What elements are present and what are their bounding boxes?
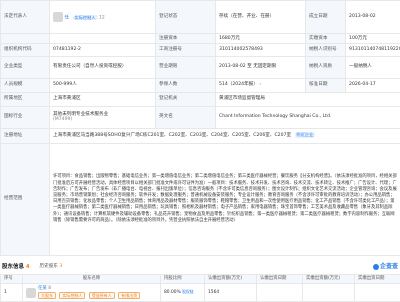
paid-capital-label: 实缴资本 xyxy=(306,34,346,44)
english-value: Chant Information Technology Shanghai Co… xyxy=(216,106,400,128)
status-value: 存续（在营、开业、在册） xyxy=(216,1,306,34)
english-label: 英文名 xyxy=(156,106,216,128)
status-label: 登记状态 xyxy=(156,1,216,34)
org-code-value: 07481192-2 xyxy=(50,43,156,56)
shareholders-section: 股东信息 4 历史股东 3 企查查 序号 股东名称 持股比例 认缴出资额(万元)… xyxy=(0,262,400,302)
term-value: 2013-08-02 至 无固定期限 xyxy=(216,56,306,78)
taxpayer-id-value: 91310114074811922G xyxy=(346,43,400,56)
tag-major-shareholder: 大股东 xyxy=(38,292,56,299)
company-type-label: 企业类型 xyxy=(1,56,50,78)
equity-chain-link[interactable]: 股权链 xyxy=(182,289,193,294)
legal-rep-name[interactable]: 任 xyxy=(64,16,69,21)
industry-value: 其他未列明专业技术服务业 (M7499) xyxy=(50,106,156,128)
shareholders-count: 4 xyxy=(26,264,29,270)
table-row[interactable]: 1 任某 8 大股东 实际控制人 受益所有人 xyxy=(1,284,400,302)
authority-label: 登记机关 xyxy=(156,92,216,106)
established-value: 2013-08-02 xyxy=(346,1,400,34)
established-label: 成立日期 xyxy=(306,1,346,34)
reg-capital-value: 1680万元 xyxy=(216,34,306,44)
legal-rep-control-badge[interactable]: 实际控制人 xyxy=(73,15,98,20)
tag-beneficial-owner: 受益所有人 xyxy=(89,292,115,299)
shareholder-count[interactable]: 8 xyxy=(48,286,51,291)
col-ratio: 持股比例 xyxy=(161,275,205,284)
row-subscribed-date xyxy=(257,284,303,302)
legal-rep-cell: 任 实际控制人 12 xyxy=(50,1,156,34)
basic-info-table: 法定代表人 任 实际控制人 12 登记状态 存续（在营、开业、在册） 成立日期 … xyxy=(0,0,400,256)
scope-value: 许可项目：食品销售；出版物零售；基础电信业务；第一类增值电信业务；第二类增值电信… xyxy=(50,143,400,255)
taxpayer-qual-label: 纳税人资质 xyxy=(306,56,346,78)
col-paid: 实缴出资额(万元) xyxy=(303,275,355,284)
nearby-companies-link[interactable]: 附近企业 xyxy=(295,132,316,137)
brand-q-icon xyxy=(373,264,379,270)
biz-reg-label: 工商注册号 xyxy=(156,43,216,56)
shareholders-header: 股东信息 4 历史股东 3 企查查 xyxy=(0,262,400,272)
scope-label: 经营范围 xyxy=(1,143,50,255)
taxpayer-id-label: 纳税人识别号 xyxy=(306,43,346,56)
staff-label: 人员规模 xyxy=(1,78,50,92)
industry-label: 国标行业 xyxy=(1,106,50,128)
taxpayer-qual-value: 一般纳税人 xyxy=(346,56,400,78)
address-text: 上海市黄浦区马当路388号SOHO复兴广场C栋C201室、C202室、C203室… xyxy=(53,133,291,138)
col-index: 序号 xyxy=(1,275,23,284)
paid-capital-value: 100万元 xyxy=(346,34,400,44)
row-subscribed: 1564 xyxy=(205,284,257,302)
row-index: 1 xyxy=(1,284,23,302)
shareholder-name[interactable]: 任某 xyxy=(38,286,47,291)
shareholder-avatar xyxy=(26,288,36,298)
biz-reg-value: 310114002578493 xyxy=(216,43,306,56)
tag-limited-investment: 有限出资 xyxy=(118,292,140,299)
address-label: 注册地址 xyxy=(1,128,50,143)
approval-value: 2026-04-17 xyxy=(346,78,400,92)
tag-actual-controller: 实际控制人 xyxy=(59,292,85,299)
region-label: 所属地区 xyxy=(1,92,50,106)
legal-rep-logo-cell xyxy=(50,34,156,44)
legal-rep-label: 法定代表人 xyxy=(1,1,50,34)
row-ratio: 80.00% 股权链 xyxy=(161,284,205,302)
shareholders-title: 股东信息 xyxy=(2,264,24,271)
staff-value: 500-999人 xyxy=(50,78,156,92)
insured-value: 514（2024年报） › xyxy=(216,78,306,92)
col-paid-date: 实缴出资日期 xyxy=(355,275,400,284)
org-code-label: 组织机构代码 xyxy=(1,43,50,56)
legal-rep-count[interactable]: 12 xyxy=(99,16,105,21)
address-value: 上海市黄浦区马当路388号SOHO复兴广场C栋C201室、C202室、C203室… xyxy=(50,128,400,143)
legal-rep-avatar xyxy=(53,12,63,22)
reg-capital-label: 注册资本 xyxy=(156,34,216,44)
term-label: 营业期限 xyxy=(156,56,216,78)
authority-value: 黄浦区市场监督管理局 xyxy=(216,92,400,106)
region-value: 上海市黄浦区 xyxy=(50,92,156,106)
insured-trend-icon[interactable]: › xyxy=(259,82,261,87)
industry-code: (M7499) xyxy=(53,117,152,123)
col-subscribed-date: 认缴出资日期 xyxy=(257,275,303,284)
basic-info-section: 法定代表人 任 实际控制人 12 登记状态 存续（在营、开业、在册） 成立日期 … xyxy=(0,0,400,256)
row-paid-date xyxy=(355,284,400,302)
insured-label: 参保人数 xyxy=(156,78,216,92)
col-name: 股东名称 xyxy=(23,275,161,284)
legal-rep-label-cont xyxy=(1,34,50,44)
shareholders-table: 序号 股东名称 持股比例 认缴出资额(万元) 认缴出资日期 实缴出资额(万元) … xyxy=(0,274,400,302)
col-subscribed: 认缴出资额(万元) xyxy=(205,275,257,284)
row-name-cell: 任某 8 大股东 实际控制人 受益所有人 有限出资 xyxy=(23,284,161,302)
tab-history-shareholders[interactable]: 历史股东 3 xyxy=(40,264,63,270)
row-paid xyxy=(303,284,355,302)
brand-logo: 企查查 xyxy=(373,263,398,271)
approval-label: 核准日期 xyxy=(306,78,346,92)
company-type-value: 有限责任公司（自然人投资或控股） xyxy=(50,56,156,78)
